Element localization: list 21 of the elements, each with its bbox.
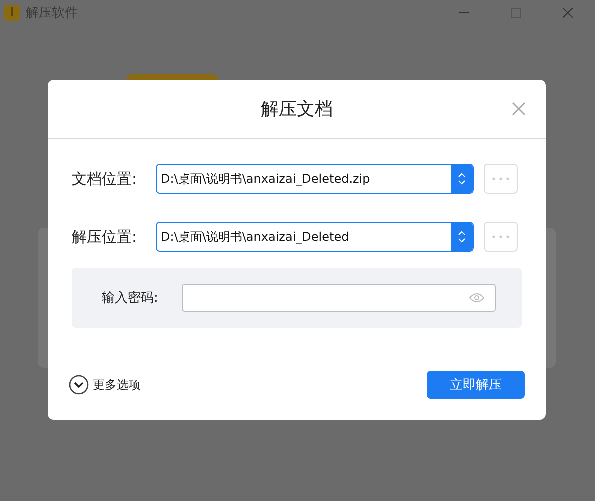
- chevron-circle-icon: [69, 375, 89, 395]
- dialog-title: 解压文档: [261, 98, 333, 121]
- password-label: 输入密码:: [102, 290, 160, 307]
- path-select[interactable]: D:\桌面\说明书\anxaizai_Deleted: [156, 222, 474, 252]
- close-button[interactable]: [510, 100, 528, 118]
- more-dots-icon: [492, 177, 510, 181]
- eye-icon[interactable]: [469, 293, 485, 303]
- close-icon: [563, 8, 573, 18]
- more-options-toggle[interactable]: 更多选项: [69, 375, 141, 395]
- extract-button[interactable]: 立即解压: [427, 371, 525, 399]
- more-dots-icon: [492, 235, 510, 239]
- app-icon: [4, 5, 20, 21]
- password-field[interactable]: [182, 284, 496, 312]
- field-label: 文档位置:: [72, 170, 138, 188]
- close-icon: [510, 100, 528, 118]
- up-down-arrows-icon: [458, 172, 466, 186]
- path-select[interactable]: D:\桌面\说明书\anxaizai_Deleted.zip: [156, 164, 474, 194]
- browse-button[interactable]: [484, 164, 518, 194]
- browse-button[interactable]: [484, 222, 518, 252]
- field-label: 解压位置:: [72, 228, 138, 246]
- up-down-arrows-icon: [458, 230, 466, 244]
